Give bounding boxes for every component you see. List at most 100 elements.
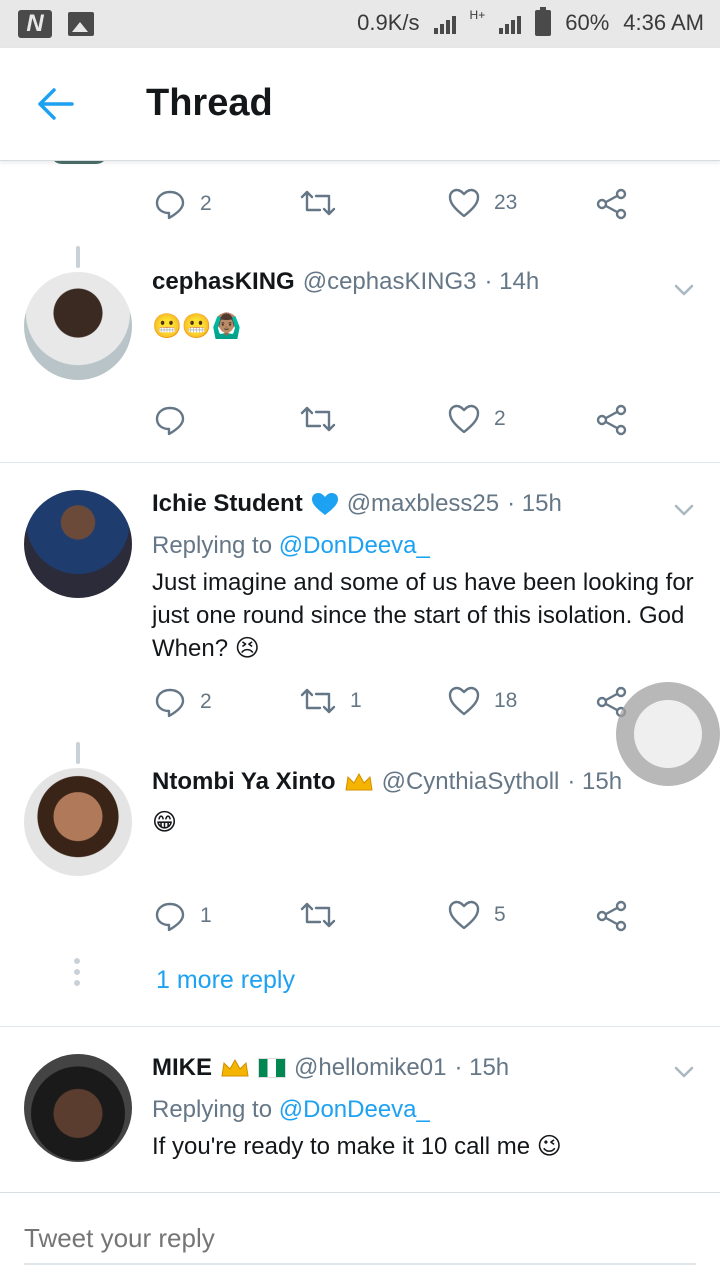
tweet-header: Ntombi Ya Xinto @CynthiaSytholl · 15h	[152, 768, 622, 796]
chevron-down-icon[interactable]	[672, 498, 696, 522]
tweet-time: · 14h	[484, 268, 540, 295]
thread-connector	[76, 742, 80, 764]
divider	[0, 1026, 720, 1027]
reply-count: 2	[200, 192, 212, 215]
reply-button[interactable]	[154, 404, 200, 436]
assistive-touch-button[interactable]	[616, 682, 720, 786]
share-button[interactable]	[596, 404, 628, 436]
retweet-icon	[300, 902, 336, 928]
tweet-text: Just imagine and some of us have been lo…	[152, 569, 694, 662]
author-name[interactable]: Ntombi Ya Xinto	[152, 768, 336, 796]
share-button[interactable]	[596, 188, 628, 220]
chevron-down-icon[interactable]	[672, 278, 696, 302]
avatar[interactable]	[24, 490, 132, 598]
crown-emoji-icon	[344, 772, 373, 791]
like-button[interactable]: 5	[448, 900, 506, 930]
author-name[interactable]: cephasKING	[152, 268, 295, 296]
heart-icon	[448, 188, 480, 218]
network-speed: 0.9K/s	[357, 10, 420, 35]
tweet-reply-input[interactable]	[24, 1213, 696, 1265]
signal-strength-2-icon	[499, 12, 522, 34]
more-replies-link[interactable]: 1 more reply	[156, 966, 295, 995]
avatar[interactable]	[24, 1054, 132, 1162]
clock: 4:36 AM	[623, 10, 704, 35]
thread-header: Thread	[0, 48, 720, 161]
tweet-header: Ichie Student @maxbless25 · 15h	[152, 490, 562, 518]
status-bar: N 0.9K/s H+ 60% 4:36 AM	[0, 0, 720, 48]
tweet-time: · 15h	[454, 1054, 510, 1081]
tweet-time: · 15h	[507, 490, 562, 517]
replying-to-link[interactable]: @DonDeeva_	[279, 532, 430, 559]
author-handle: @hellomike01	[294, 1054, 447, 1081]
share-icon	[596, 900, 627, 932]
battery-level: 60%	[565, 10, 610, 35]
tweet-text: 😬😬🙆🏽‍♂	[152, 313, 242, 340]
reply-icon	[155, 902, 185, 932]
like-count: 2	[494, 407, 506, 430]
author-handle: @CynthiaSytholl	[381, 768, 560, 795]
retweet-icon	[300, 190, 336, 216]
like-count: 23	[494, 191, 518, 214]
reply-icon	[155, 406, 185, 436]
like-button[interactable]: 18	[448, 686, 517, 716]
author-name[interactable]: MIKE	[152, 1054, 212, 1082]
reply-button[interactable]: 1	[154, 900, 212, 932]
author-handle: @cephasKING3	[302, 268, 477, 295]
network-type: H+	[469, 8, 486, 22]
tweet-header: MIKE @hellomike01 · 15h	[152, 1054, 509, 1082]
nigeria-flag-icon	[258, 1058, 286, 1078]
reply-icon	[155, 688, 185, 718]
signal-strength-icon	[433, 12, 456, 34]
replying-to: Replying to @DonDeeva_	[152, 532, 430, 560]
reply-button[interactable]: 2	[154, 188, 212, 220]
replying-prefix: Replying to	[152, 1096, 273, 1123]
gallery-notification-icon	[68, 12, 94, 36]
reply-icon	[155, 190, 185, 220]
like-count: 5	[494, 903, 506, 926]
retweet-button[interactable]	[300, 900, 350, 930]
share-button[interactable]	[596, 900, 628, 932]
author-name[interactable]: Ichie Student	[152, 490, 303, 518]
divider	[0, 462, 720, 463]
like-button[interactable]: 2	[448, 404, 506, 434]
thread-feed[interactable]: 2 23 cephasKING @cephasKING3 · 14h 😬😬🙆🏽‍…	[0, 160, 720, 1192]
retweet-button[interactable]	[300, 188, 350, 218]
tweet-actions: 2 1 18	[0, 686, 720, 726]
thread-connector	[76, 246, 80, 268]
heart-icon	[448, 404, 480, 434]
reply-count: 2	[200, 690, 212, 713]
retweet-icon	[300, 688, 336, 714]
like-count: 18	[494, 689, 518, 712]
retweet-count: 1	[350, 689, 362, 712]
replying-to-link[interactable]: @DonDeeva_	[279, 1096, 430, 1123]
avatar[interactable]	[24, 272, 132, 380]
share-icon	[596, 188, 627, 220]
back-arrow-icon[interactable]	[36, 86, 76, 122]
tweet-header: cephasKING @cephasKING3 · 14h	[152, 268, 539, 296]
retweet-button[interactable]	[300, 404, 350, 434]
reply-count: 1	[200, 904, 212, 927]
more-replies-dots-icon	[74, 958, 82, 991]
battery-icon	[535, 7, 552, 36]
replying-to: Replying to @DonDeeva_	[152, 1096, 430, 1124]
heart-icon	[448, 900, 480, 930]
like-button[interactable]: 23	[448, 188, 517, 218]
notification-n-icon: N	[18, 10, 52, 38]
tweet-actions: 2 23	[0, 188, 720, 228]
author-handle: @maxbless25	[346, 490, 500, 517]
reply-button[interactable]: 2	[154, 686, 212, 718]
tweet-actions: 2	[0, 404, 720, 444]
reply-bar	[0, 1192, 720, 1281]
avatar[interactable]	[24, 768, 132, 876]
replying-prefix: Replying to	[152, 532, 273, 559]
page-title: Thread	[146, 82, 273, 124]
chevron-down-icon[interactable]	[672, 1060, 696, 1084]
tweet-text: 😁	[152, 809, 178, 836]
tweet-time: · 15h	[567, 768, 623, 795]
retweet-button[interactable]: 1	[300, 686, 362, 716]
retweet-icon	[300, 406, 336, 432]
tweet-text: If you're ready to make it 10 call me 😉	[152, 1133, 562, 1160]
share-icon	[596, 404, 627, 436]
crown-emoji-icon	[221, 1058, 249, 1077]
heart-icon	[448, 686, 480, 716]
